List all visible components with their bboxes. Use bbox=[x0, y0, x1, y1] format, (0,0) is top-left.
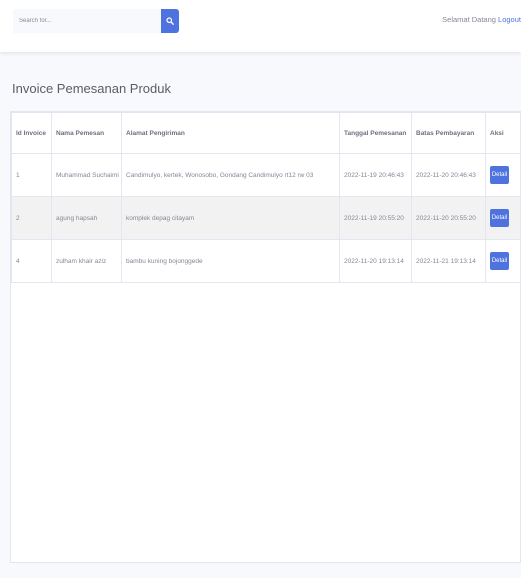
col-header-action: Aksi bbox=[485, 112, 520, 154]
col-header-id: Id Invoice bbox=[11, 112, 52, 154]
search-icon bbox=[166, 17, 174, 25]
cell-due-date: 2022-11-21 19:13:14 bbox=[411, 239, 486, 283]
user-greeting: Selamat Datang Logout bbox=[442, 15, 521, 24]
table-body: 1 Muhammad Suchaimi Candimulyo, kertek, … bbox=[11, 153, 520, 283]
cell-name: Muhammad Suchaimi bbox=[51, 153, 122, 197]
cell-action: Detail bbox=[485, 196, 520, 240]
cell-address: komplek depag citayam bbox=[121, 196, 340, 240]
page-title: Invoice Pemesanan Produk bbox=[12, 81, 171, 96]
table-row: 1 Muhammad Suchaimi Candimulyo, kertek, … bbox=[11, 153, 520, 197]
table-header: Id Invoice Nama Pemesan Alamat Pengirima… bbox=[11, 112, 520, 154]
detail-button[interactable]: Detail bbox=[490, 209, 509, 227]
cell-order-date: 2022-11-19 20:55:20 bbox=[339, 196, 412, 240]
table-header-row: Id Invoice Nama Pemesan Alamat Pengirima… bbox=[11, 112, 520, 154]
cell-due-date: 2022-11-20 20:46:43 bbox=[411, 153, 486, 197]
cell-order-date: 2022-11-19 20:46:43 bbox=[339, 153, 412, 197]
cell-action: Detail bbox=[485, 153, 520, 197]
detail-button[interactable]: Detail bbox=[490, 166, 509, 184]
table-row: 4 zulham khair aziz bambu kuning bojongg… bbox=[11, 239, 520, 283]
col-header-order-date: Tanggal Pemesanan bbox=[339, 112, 412, 154]
cell-due-date: 2022-11-20 20:55:20 bbox=[411, 196, 486, 240]
cell-address: Candimulyo, kertek, Wonosobo, Gondang Ca… bbox=[121, 153, 340, 197]
search-button[interactable] bbox=[161, 9, 179, 33]
logout-link[interactable]: Logout bbox=[498, 15, 521, 24]
detail-button[interactable]: Detail bbox=[490, 252, 509, 270]
cell-id: 4 bbox=[11, 239, 52, 283]
col-header-address: Alamat Pengiriman bbox=[121, 112, 340, 154]
col-header-due-date: Batas Pembayaran bbox=[411, 112, 486, 154]
cell-address: bambu kuning bojonggede bbox=[121, 239, 340, 283]
cell-name: agung hapsah bbox=[51, 196, 122, 240]
search-input[interactable] bbox=[13, 9, 161, 33]
table-row: 2 agung hapsah komplek depag citayam 202… bbox=[11, 196, 520, 240]
invoice-table-card: Id Invoice Nama Pemesan Alamat Pengirima… bbox=[10, 111, 521, 563]
cell-action: Detail bbox=[485, 239, 520, 283]
search-form bbox=[13, 9, 179, 33]
cell-order-date: 2022-11-20 19:13:14 bbox=[339, 239, 412, 283]
col-header-name: Nama Pemesan bbox=[51, 112, 122, 154]
cell-id: 1 bbox=[11, 153, 52, 197]
invoice-table: Id Invoice Nama Pemesan Alamat Pengirima… bbox=[11, 112, 520, 283]
topbar: Selamat Datang Logout bbox=[0, 0, 521, 52]
cell-id: 2 bbox=[11, 196, 52, 240]
welcome-text: Selamat Datang bbox=[442, 15, 496, 24]
cell-name: zulham khair aziz bbox=[51, 239, 122, 283]
